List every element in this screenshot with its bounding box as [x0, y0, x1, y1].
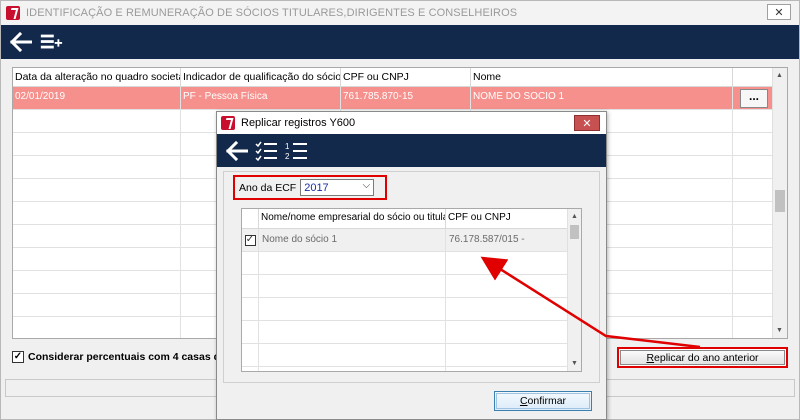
- cell-cpf: 761.785.870-15: [341, 87, 471, 109]
- table-row[interactable]: [242, 275, 581, 298]
- table-row[interactable]: 02/01/2019 PF - Pessoa Física 761.785.87…: [13, 87, 773, 110]
- dialog-title: Replicar registros Y600: [241, 117, 356, 129]
- ano-ecf-label: Ano da ECF: [239, 181, 297, 194]
- table-row[interactable]: ✓ Nome do sócio 1 76.178.587/015 -: [242, 229, 581, 252]
- scroll-up-icon[interactable]: ▲: [776, 72, 783, 79]
- scroll-down-icon[interactable]: ▼: [571, 360, 578, 367]
- replicar-highlight: Replicar do ano anterior: [617, 347, 788, 368]
- replicar-label: eplicar do ano anterior: [654, 352, 759, 364]
- replicar-dialog: Replicar registros Y600 ✕ 12 Ano da ECF …: [216, 111, 607, 420]
- dialog-close-button[interactable]: ✕: [574, 115, 600, 131]
- column-cpf-cnpj[interactable]: CPF ou CNPJ: [446, 209, 568, 228]
- column-nome-socio[interactable]: Nome/nome empresarial do sócio ou titula…: [259, 209, 446, 228]
- confirm-mnemonic: C: [519, 395, 528, 407]
- column-cpf-cnpj[interactable]: CPF ou CNPJ: [341, 68, 471, 86]
- replicar-ano-anterior-button[interactable]: Replicar do ano anterior: [620, 350, 785, 365]
- ano-ecf-select[interactable]: 2017 ⌵: [300, 179, 375, 196]
- title-bar: IDENTIFICAÇÃO E REMUNERAÇÃO DE SÓCIOS TI…: [1, 1, 799, 25]
- scroll-thumb[interactable]: [570, 225, 579, 239]
- dialog-title-bar: Replicar registros Y600 ✕: [217, 112, 606, 134]
- ano-ecf-highlight: Ano da ECF 2017 ⌵: [233, 175, 387, 200]
- dialog-grid-header: Nome/nome empresarial do sócio ou titula…: [242, 209, 581, 229]
- chevron-down-icon[interactable]: ⌵: [363, 180, 371, 191]
- main-toolbar: [1, 25, 799, 59]
- column-actions: [733, 68, 773, 86]
- column-data-alteracao[interactable]: Data da alteração no quadro societário: [13, 68, 181, 86]
- grid-scrollbar[interactable]: ▲ ▼: [772, 68, 787, 338]
- confirm-button[interactable]: Confirmar: [494, 391, 592, 411]
- cell-nome: Nome do sócio 1: [259, 229, 446, 251]
- scroll-down-icon[interactable]: ▼: [776, 327, 783, 334]
- ano-ecf-value: 2017: [304, 181, 329, 194]
- window-title: IDENTIFICAÇÃO E REMUNERAÇÃO DE SÓCIOS TI…: [26, 7, 518, 19]
- column-select: [242, 209, 259, 228]
- grid-header: Data da alteração no quadro societário I…: [13, 68, 773, 87]
- table-row[interactable]: [242, 252, 581, 275]
- row-checkbox-cell[interactable]: ✓: [242, 229, 259, 251]
- back-arrow-icon[interactable]: [225, 139, 249, 163]
- numbered-list-icon[interactable]: 12: [285, 139, 309, 163]
- app-logo-icon: [221, 116, 235, 130]
- back-arrow-icon[interactable]: [9, 30, 33, 54]
- percent-checkbox[interactable]: ✓: [12, 351, 24, 363]
- cell-nome: NOME DO SOCIO 1: [471, 87, 733, 109]
- row-details-button[interactable]: ...: [740, 89, 768, 108]
- scroll-thumb[interactable]: [775, 190, 785, 212]
- table-row[interactable]: [242, 344, 581, 367]
- table-row[interactable]: [242, 367, 581, 371]
- dialog-toolbar: 12: [217, 134, 606, 167]
- row-checkbox[interactable]: ✓: [244, 234, 256, 246]
- svg-text:1: 1: [285, 142, 290, 151]
- check-list-icon[interactable]: [255, 139, 279, 163]
- replicar-mnemonic: R: [646, 352, 655, 364]
- add-list-icon[interactable]: [39, 30, 63, 54]
- scroll-up-icon[interactable]: ▲: [571, 213, 578, 220]
- dialog-grid: Nome/nome empresarial do sócio ou titula…: [241, 208, 582, 372]
- confirm-label: onfirmar: [527, 395, 567, 407]
- svg-text:2: 2: [285, 152, 290, 161]
- app-logo-icon: [6, 6, 20, 20]
- cell-indicador: PF - Pessoa Física: [181, 87, 341, 109]
- column-indicador[interactable]: Indicador de qualificação do sócio: [181, 68, 341, 86]
- column-nome[interactable]: Nome: [471, 68, 733, 86]
- cell-data: 02/01/2019: [13, 87, 181, 109]
- dialog-grid-scrollbar[interactable]: ▲ ▼: [567, 209, 581, 371]
- window-close-button[interactable]: ✕: [767, 4, 791, 20]
- cell-cpf: 76.178.587/015 -: [446, 229, 568, 251]
- table-row[interactable]: [242, 298, 581, 321]
- table-row[interactable]: [242, 321, 581, 344]
